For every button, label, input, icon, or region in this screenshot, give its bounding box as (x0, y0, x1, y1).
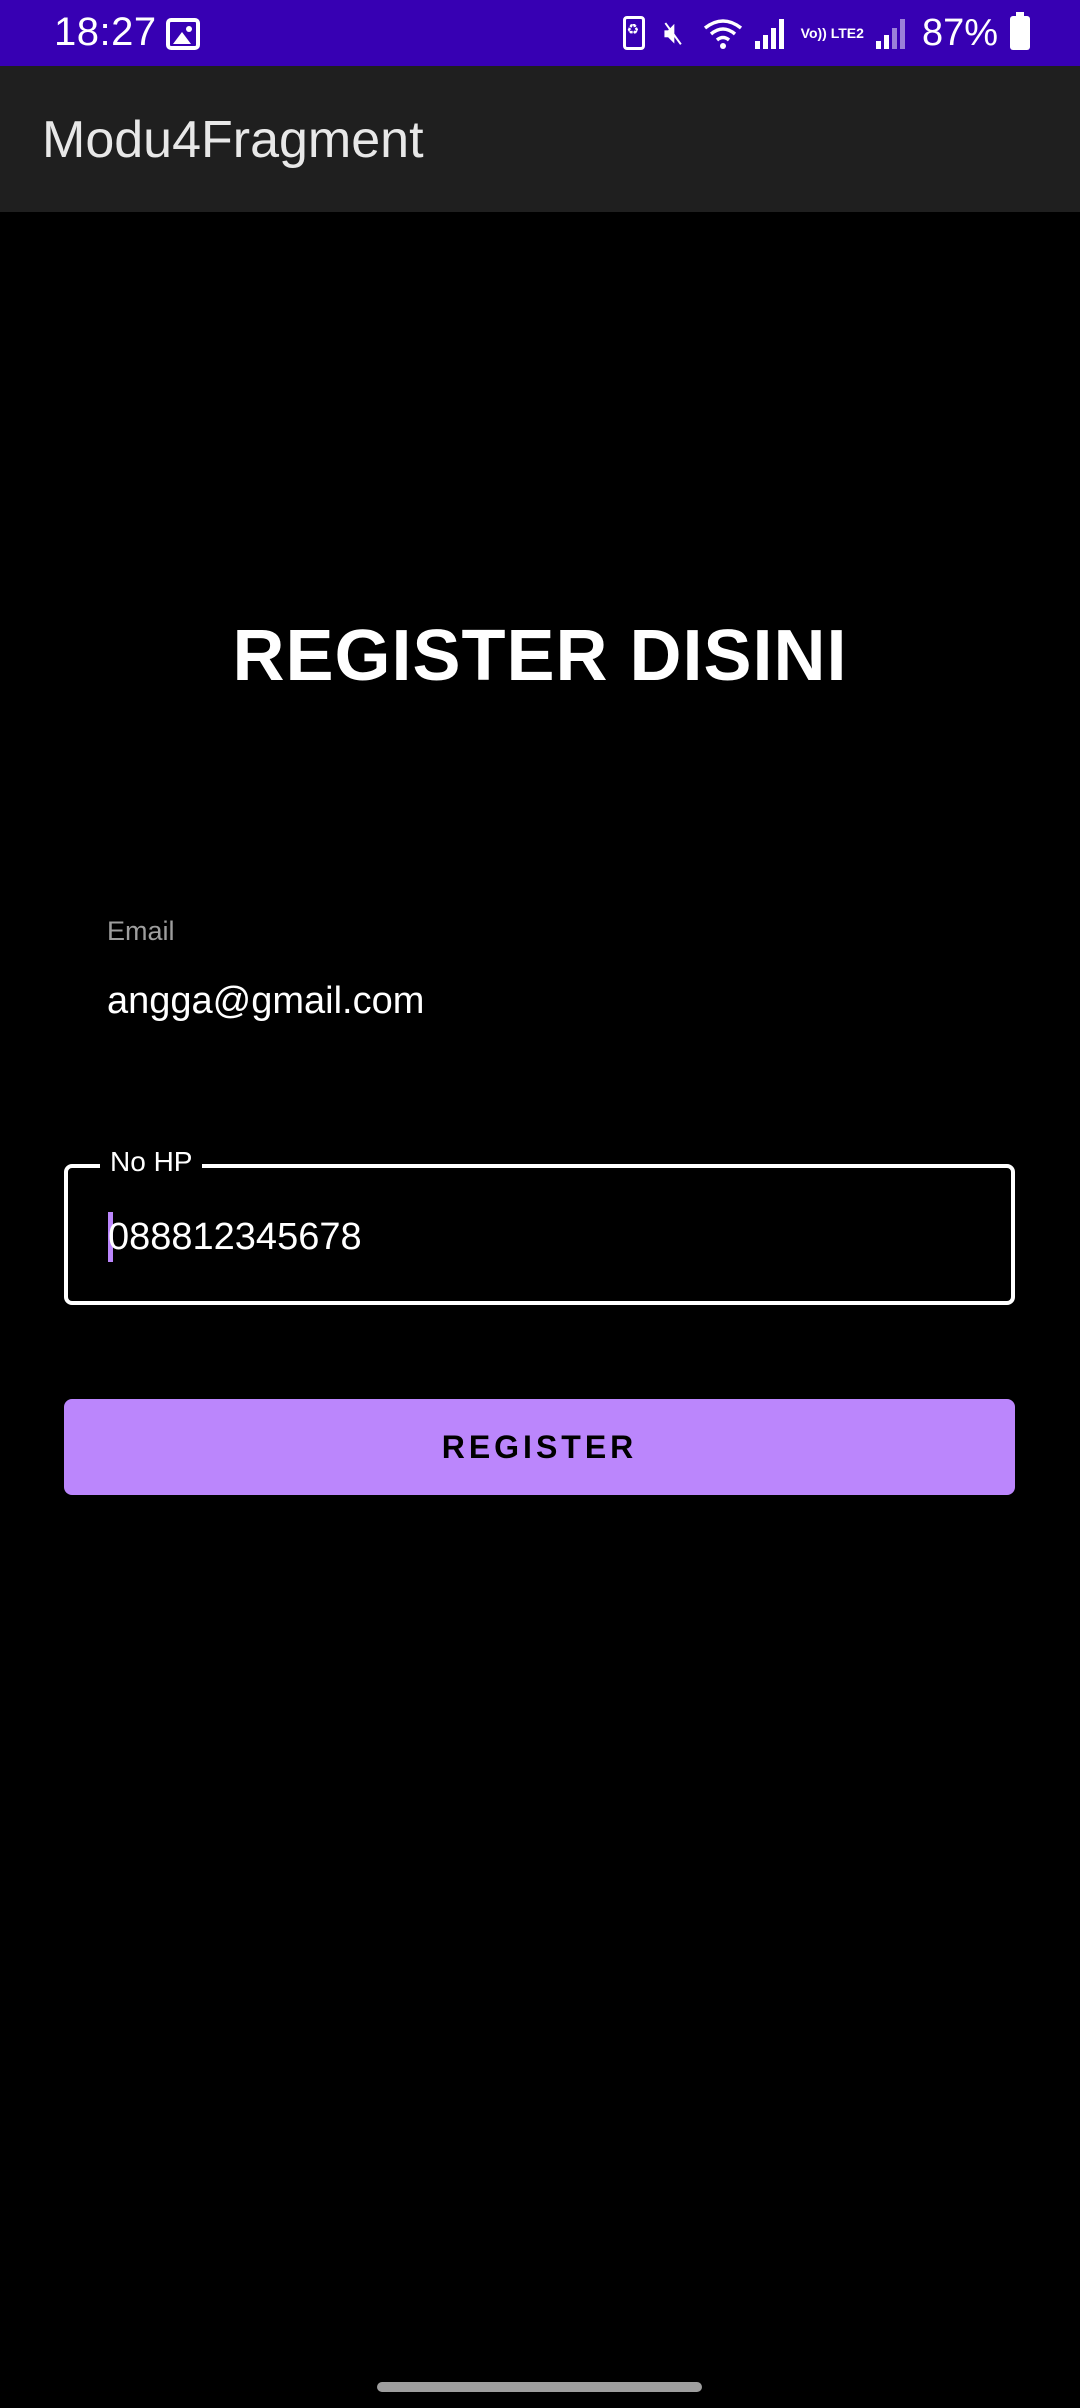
signal-icon-2 (875, 17, 910, 49)
register-screen: 18:27 🔇︎ Vo)) LTE2 87% Modu4Fragment R (0, 0, 1080, 2408)
battery-percent: 87% (921, 11, 998, 54)
mute-icon: 🔇︎ (663, 14, 684, 50)
volte-label: Vo)) LTE2 (800, 24, 864, 41)
signal-icon (754, 17, 789, 49)
gallery-icon (166, 18, 200, 50)
email-value[interactable]: angga@gmail.com (107, 980, 424, 1023)
page-title: REGISTER DISINI (232, 616, 848, 696)
app-bar: Modu4Fragment (0, 66, 1080, 212)
app-title: Modu4Fragment (42, 111, 424, 169)
phone-label: No HP (100, 1146, 203, 1178)
battery-icon (1010, 12, 1030, 50)
phone-field[interactable]: No HP 088812345678 (64, 1146, 1015, 1305)
status-time: 18:27 (54, 10, 157, 54)
email-field[interactable]: Email angga@gmail.com (64, 902, 1014, 1042)
phone-value[interactable]: 088812345678 (108, 1216, 362, 1259)
email-label: Email (107, 916, 175, 946)
battery-saver-icon (622, 16, 645, 50)
wifi-icon (703, 19, 742, 49)
status-icons: 🔇︎ Vo)) LTE2 87% (622, 8, 1030, 58)
navigation-handle[interactable] (377, 2382, 702, 2392)
register-button[interactable]: REGISTER (64, 1399, 1015, 1495)
status-bar: 18:27 🔇︎ Vo)) LTE2 87% (0, 0, 1080, 66)
